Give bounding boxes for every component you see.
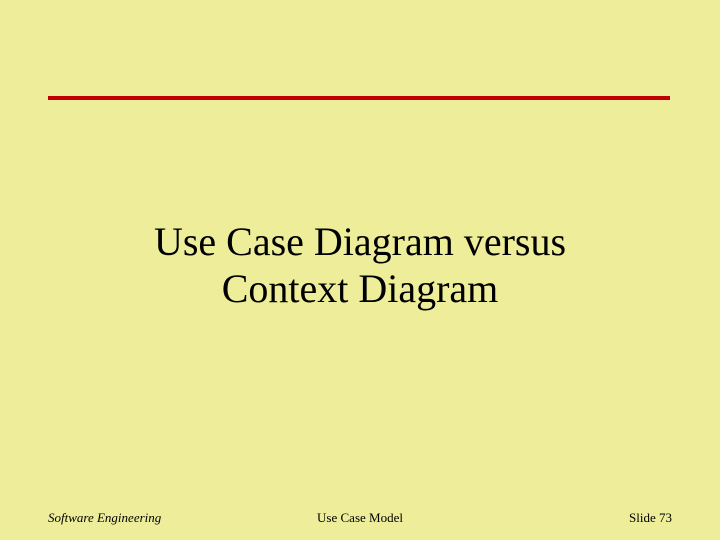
title-line-1: Use Case Diagram versus [0,218,720,265]
slide-title: Use Case Diagram versus Context Diagram [0,218,720,312]
footer-slide-label: Slide [629,510,656,525]
footer-slide-number: 73 [659,510,672,525]
footer-right: Slide 73 [629,510,672,526]
footer-left: Software Engineering [48,510,161,526]
slide-footer: Software Engineering Use Case Model Slid… [48,510,672,526]
title-line-2: Context Diagram [0,265,720,312]
header-divider [48,96,670,100]
footer-center: Use Case Model [317,510,403,526]
